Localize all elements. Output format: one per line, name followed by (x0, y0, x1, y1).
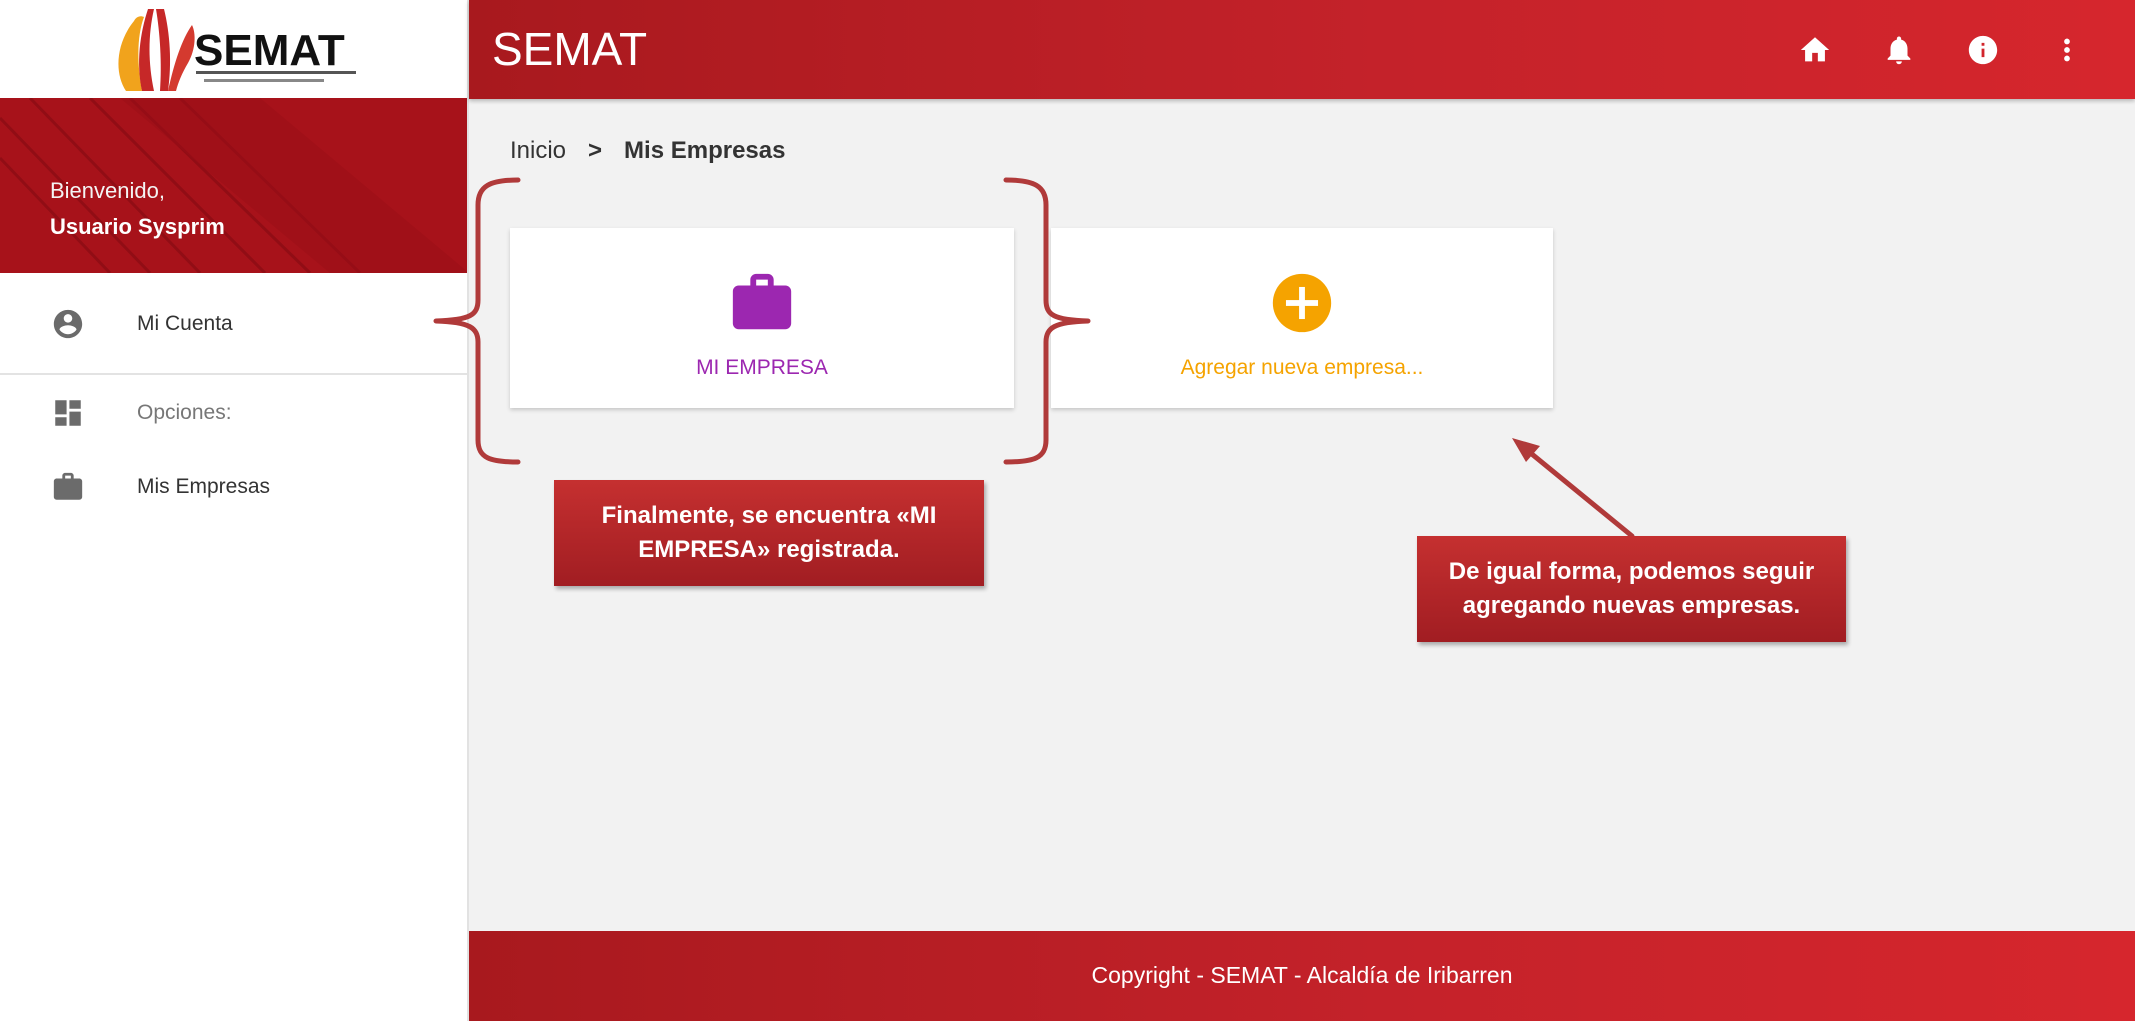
username: Usuario Sysprim (50, 214, 225, 239)
sidebar-item-label: Mi Cuenta (137, 312, 233, 335)
briefcase-icon (727, 268, 797, 343)
breadcrumb-current: Mis Empresas (624, 137, 786, 164)
logo: SEMAT (0, 0, 467, 98)
profile-banner: Bienvenido, Usuario Sysprim (0, 98, 467, 273)
app-root: SEMAT Bienvenido, Usuario Sysprim Mi Cue… (0, 0, 2135, 1021)
chevron-right-icon: > (588, 137, 603, 164)
sidebar-divider (0, 373, 467, 375)
card-label: Agregar nueva empresa... (1180, 356, 1424, 379)
arrow-line (1519, 443, 1635, 539)
company-card-mi-empresa[interactable]: MI EMPRESA (510, 228, 1014, 408)
sidebar-item-mi-cuenta[interactable]: Mi Cuenta (0, 290, 467, 358)
card-label: MI EMPRESA (696, 356, 828, 379)
top-app-bar: SEMAT (469, 0, 2135, 99)
breadcrumb: Inicio > Mis Empresas (510, 137, 785, 165)
add-company-card[interactable]: Agregar nueva empresa... (1051, 228, 1553, 408)
annotation-text: Finalmente, se encuentra «MI EMPRESA» re… (601, 502, 937, 563)
copyright-text: Copyright - SEMAT - Alcaldía de Iribarre… (1091, 962, 1513, 988)
home-icon[interactable] (1795, 30, 1835, 70)
welcome-text: Bienvenido, (50, 178, 165, 203)
footer: Copyright - SEMAT - Alcaldía de Iribarre… (469, 931, 2135, 1021)
annotation-callout-1: Finalmente, se encuentra «MI EMPRESA» re… (554, 480, 984, 586)
sidebar-section-opciones: Opciones: (0, 379, 467, 447)
annotation-callout-2: De igual forma, podemos seguir agregando… (1417, 536, 1846, 642)
info-icon[interactable] (1963, 30, 2003, 70)
arrow-head (1512, 438, 1540, 462)
dashboard-icon (50, 395, 86, 431)
sidebar-item-mis-empresas[interactable]: Mis Empresas (0, 453, 467, 521)
sidebar: SEMAT Bienvenido, Usuario Sysprim Mi Cue… (0, 0, 469, 1021)
add-circle-icon (1267, 268, 1337, 343)
account-circle-icon (50, 306, 86, 342)
bell-icon[interactable] (1879, 30, 1919, 70)
breadcrumb-home-link[interactable]: Inicio (510, 137, 566, 165)
sidebar-section-label: Opciones: (137, 401, 232, 424)
sidebar-item-label: Mis Empresas (137, 475, 271, 498)
logo-text: SEMAT (194, 26, 345, 75)
app-title: SEMAT (492, 23, 648, 75)
briefcase-icon (50, 469, 86, 505)
more-vert-icon[interactable] (2047, 30, 2087, 70)
logo-emblem (117, 9, 195, 91)
annotation-text: De igual forma, podemos seguir agregando… (1448, 558, 1815, 619)
